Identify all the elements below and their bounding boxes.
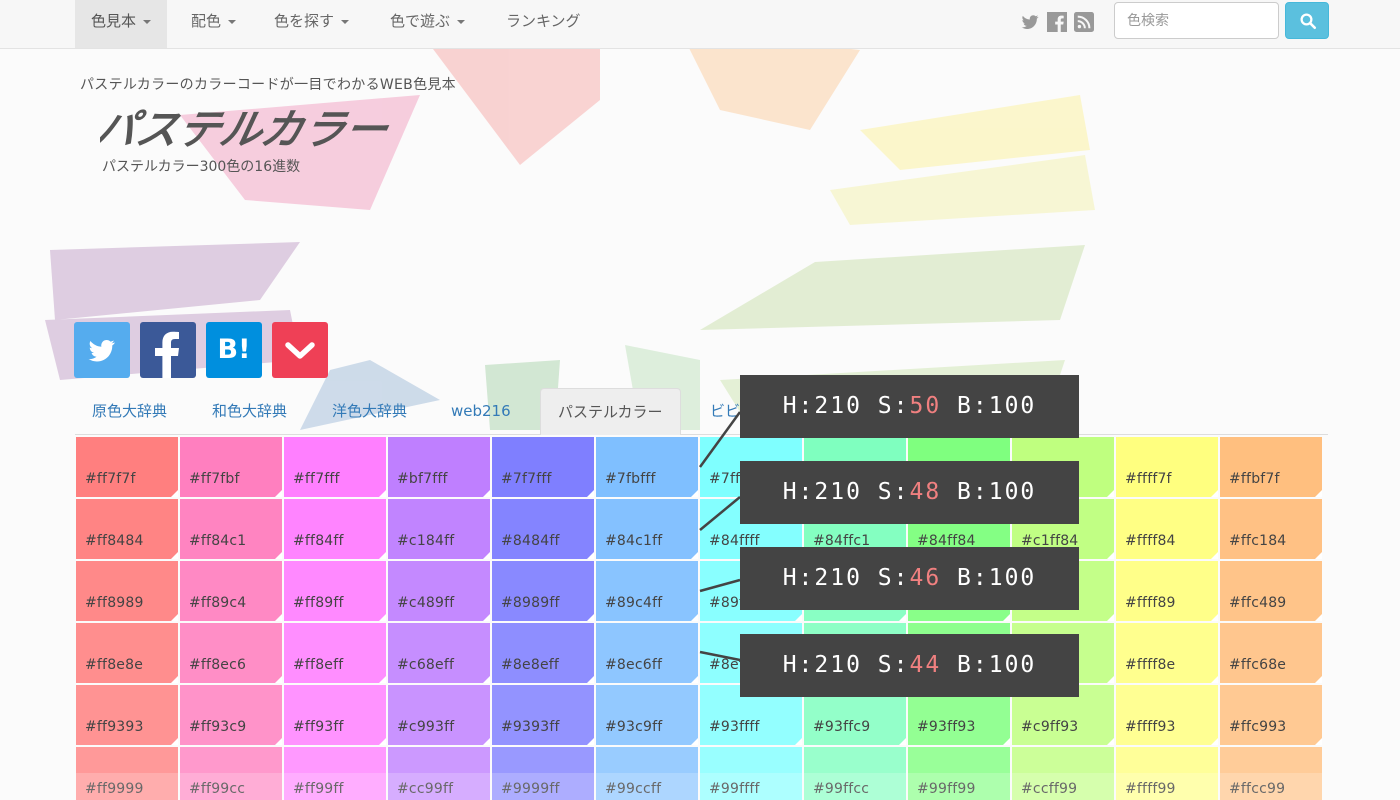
callout-prefix: H:210 S:	[782, 565, 910, 591]
callout-prefix: H:210 S:	[782, 393, 910, 419]
callout-suffix: B:100	[941, 393, 1037, 419]
callout-line	[699, 496, 741, 531]
callout-saturation: 50	[909, 393, 942, 419]
callout-saturation: 46	[909, 565, 942, 591]
callout-line	[699, 578, 741, 593]
callout-saturation: 48	[909, 479, 942, 505]
callout-saturation: 44	[909, 652, 942, 678]
callout-line	[698, 411, 742, 468]
callout-suffix: B:100	[941, 565, 1037, 591]
callout-lines	[698, 411, 742, 662]
hsb-callout-1: H:210 S:50 B:100	[740, 375, 1079, 438]
callout-line	[699, 650, 741, 662]
callout-prefix: H:210 S:	[782, 479, 910, 505]
callout-suffix: B:100	[941, 652, 1037, 678]
hsb-callout-3: H:210 S:46 B:100	[740, 547, 1079, 610]
callout-suffix: B:100	[941, 479, 1037, 505]
hsb-callout-4: H:210 S:44 B:100	[740, 634, 1079, 697]
hsb-callout-2: H:210 S:48 B:100	[740, 461, 1079, 524]
callout-prefix: H:210 S:	[782, 652, 910, 678]
